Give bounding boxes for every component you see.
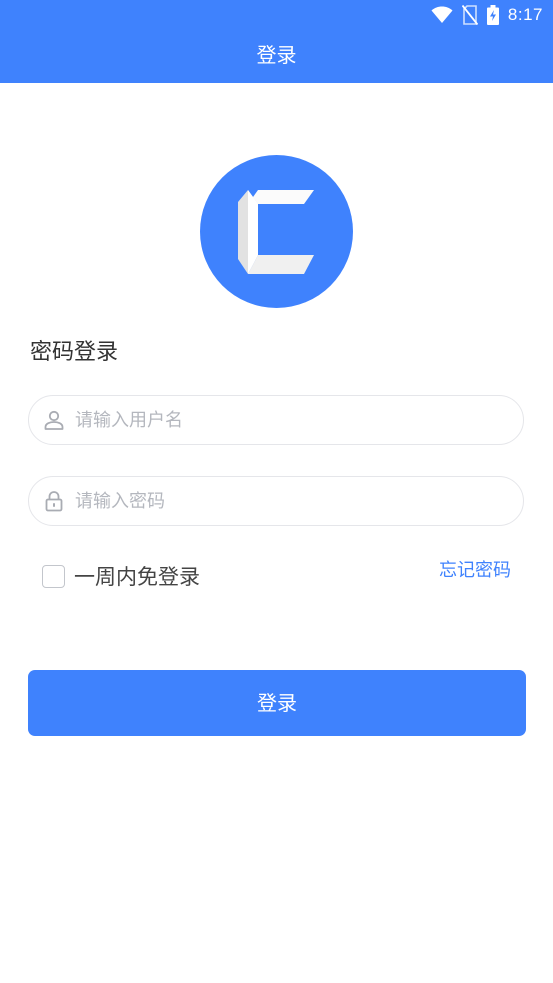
user-icon [44, 410, 64, 430]
no-sim-icon [461, 5, 478, 25]
password-field[interactable] [28, 476, 524, 526]
app-logo [200, 155, 353, 308]
login-screen: 8:17 登录 密码登录 一周内免登录 忘记密码 登录 [0, 0, 553, 983]
section-title: 密码登录 [30, 340, 119, 365]
page-title: 登录 [256, 43, 297, 67]
battery-charging-icon [486, 5, 499, 25]
app-bar: 8:17 登录 [0, 0, 553, 83]
username-field[interactable] [28, 395, 524, 445]
remember-login[interactable]: 一周内免登录 [42, 560, 200, 592]
status-icons: 8:17 [431, 3, 543, 27]
remember-checkbox[interactable] [42, 564, 65, 588]
lock-icon [45, 491, 63, 512]
status-bar: 8:17 [0, 0, 553, 30]
login-button[interactable]: 登录 [28, 670, 526, 736]
remember-label: 一周内免登录 [74, 565, 200, 589]
wifi-icon [431, 6, 453, 23]
forgot-password-link[interactable]: 忘记密码 [439, 558, 511, 584]
username-input[interactable] [75, 396, 505, 444]
status-time: 8:17 [507, 5, 543, 24]
password-input[interactable] [75, 477, 505, 525]
